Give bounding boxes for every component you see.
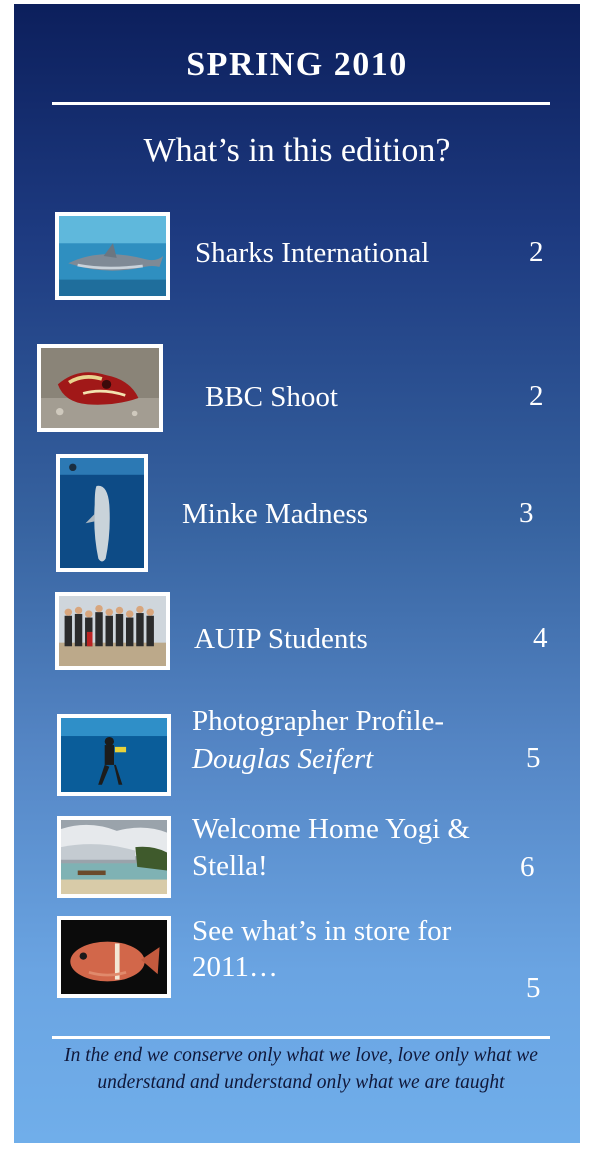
students-group-photo[interactable]	[55, 592, 170, 670]
item-page-auip: 4	[533, 622, 548, 654]
edition-title: SPRING 2010	[186, 46, 408, 83]
item-page-minke: 3	[519, 497, 534, 529]
item-label-welcome[interactable]: Welcome Home Yogi &	[192, 812, 470, 846]
newsletter-contents-panel: SPRING 2010 What’s in this edition? Shar…	[14, 4, 580, 1143]
item-page-bbc-shoot: 2	[529, 380, 544, 412]
item-label-sharks[interactable]: Sharks International	[195, 236, 429, 270]
item-page-store: 5	[526, 972, 541, 1004]
anemonefish-photo[interactable]	[57, 916, 171, 998]
minke-whale-photo[interactable]	[56, 454, 148, 572]
item-label-welcome-line2[interactable]: Stella!	[192, 849, 268, 883]
flamboyant-cuttlefish-photo[interactable]	[37, 344, 163, 432]
conservation-quote: In the end we conserve only what we love…	[64, 1045, 538, 1093]
item-label-auip[interactable]: AUIP Students	[194, 622, 368, 656]
item-label-store[interactable]: See what’s in store for	[192, 914, 451, 948]
contents-heading: What’s in this edition?	[143, 132, 451, 169]
diver-photo[interactable]	[57, 714, 171, 796]
shark-photo[interactable]	[55, 212, 170, 300]
item-label-minke[interactable]: Minke Madness	[182, 497, 368, 531]
footer-divider	[52, 1036, 550, 1039]
item-page-sharks: 2	[529, 236, 544, 268]
title-divider	[52, 102, 550, 105]
item-label-profile-name[interactable]: Douglas Seifert	[192, 742, 373, 776]
item-page-profile: 5	[526, 742, 541, 774]
item-page-welcome: 6	[520, 851, 535, 883]
item-label-profile[interactable]: Photographer Profile-	[192, 704, 444, 738]
item-label-store-line2[interactable]: 2011…	[192, 950, 278, 984]
item-label-bbc-shoot[interactable]: BBC Shoot	[205, 380, 338, 414]
island-beach-photo[interactable]	[57, 816, 171, 898]
